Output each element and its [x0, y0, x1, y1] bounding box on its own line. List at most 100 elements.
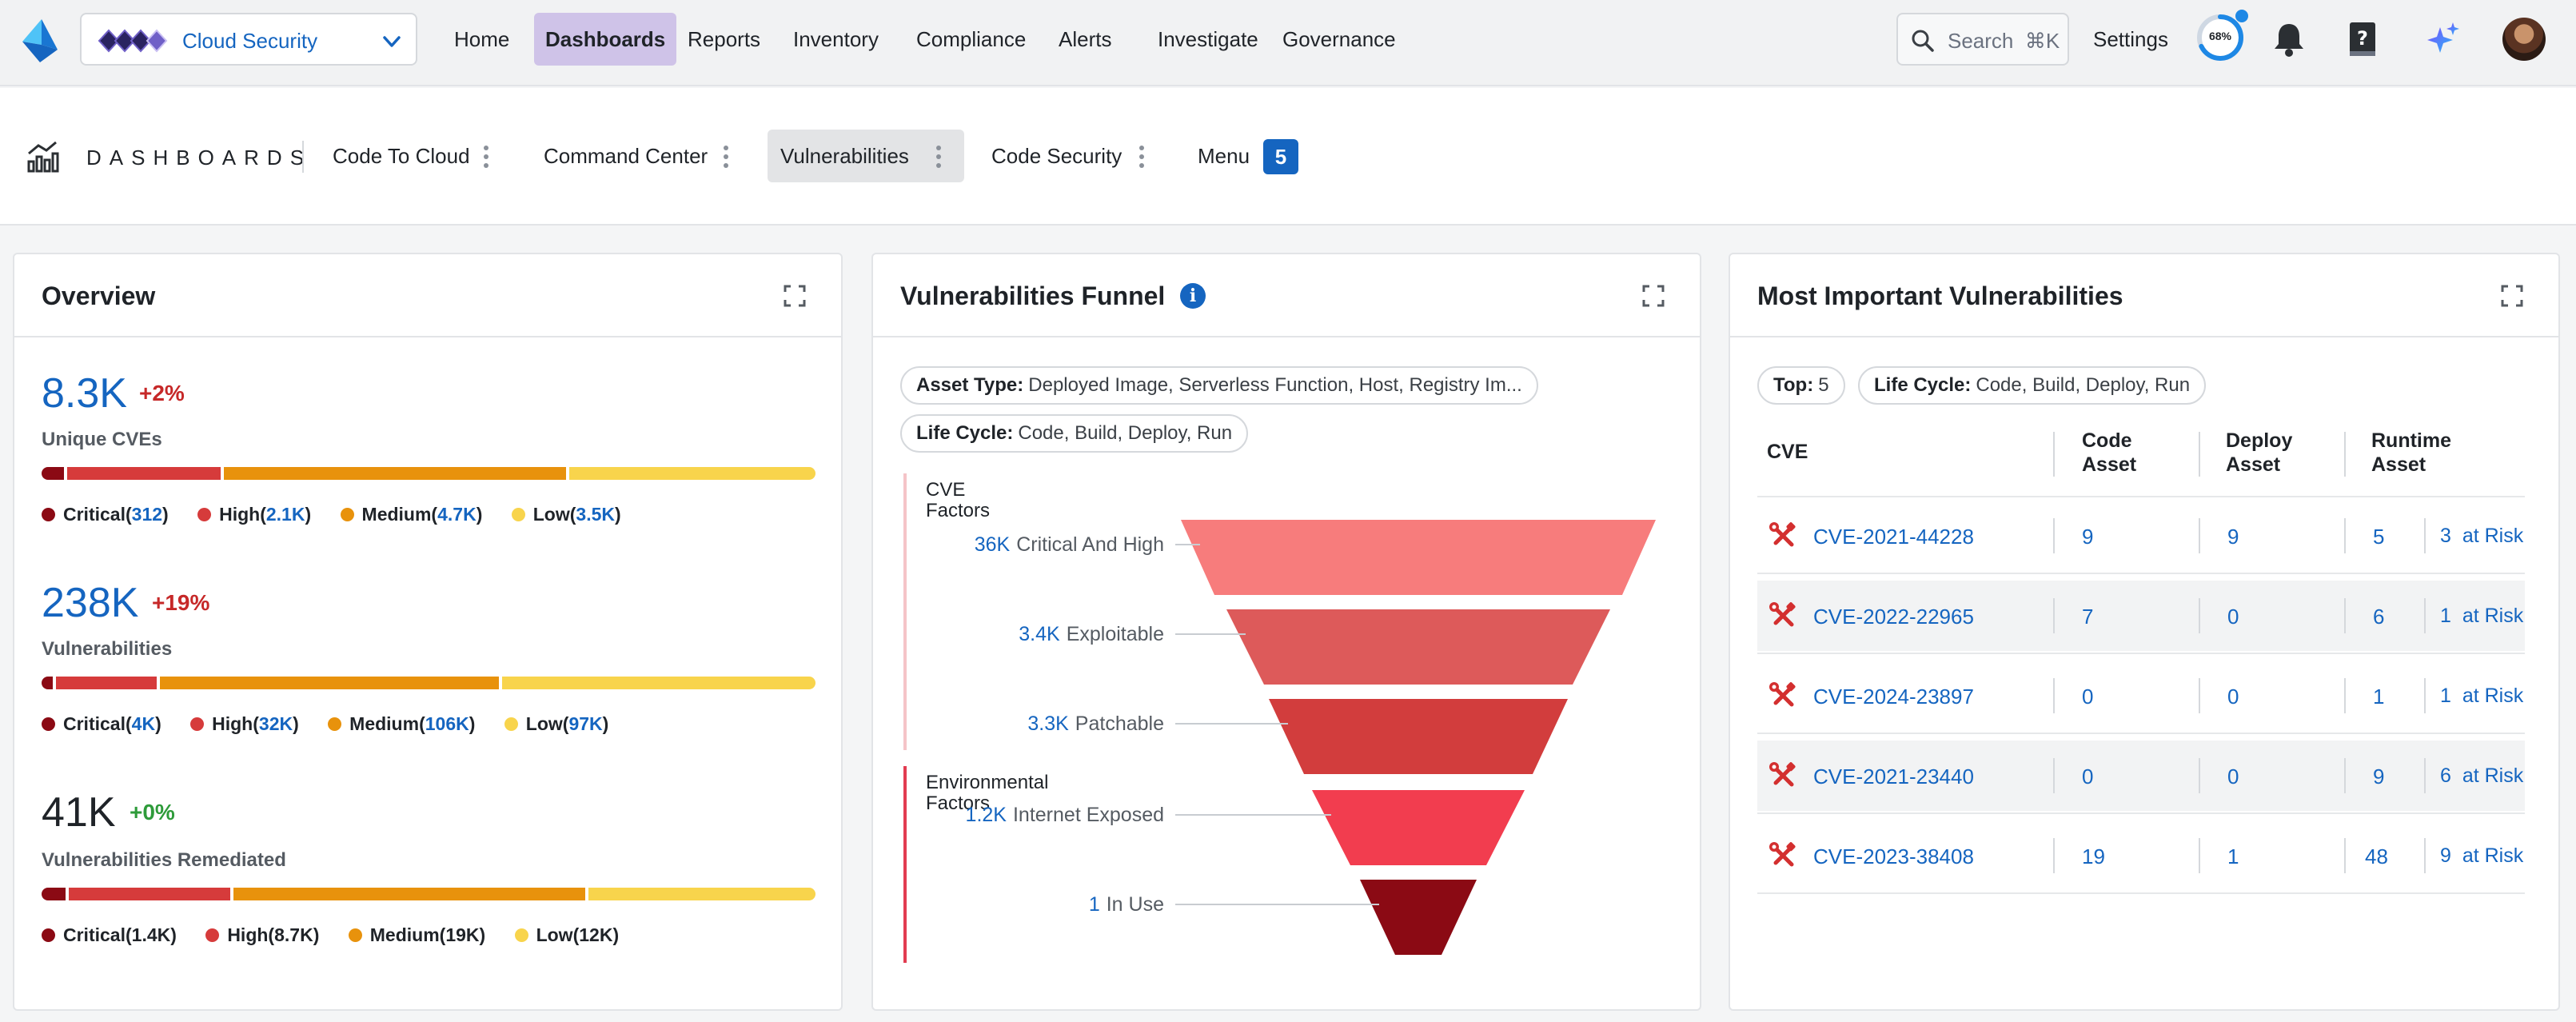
runtime-asset-count[interactable]: 5 — [2373, 525, 2384, 549]
search-input[interactable]: Search ⌘K — [1896, 13, 2069, 66]
at-risk-count[interactable]: 6 at Risk — [2440, 765, 2523, 788]
nav-inventory[interactable]: Inventory — [782, 13, 890, 66]
filter-chip-top[interactable]: Top: 5 — [1757, 366, 1845, 405]
funnel-stage[interactable] — [1360, 880, 1477, 955]
svg-text:?: ? — [2357, 27, 2368, 50]
nav-home[interactable]: Home — [443, 13, 520, 66]
runtime-asset-count[interactable]: 9 — [2373, 765, 2384, 789]
cve-link[interactable]: CVE-2021-44228 — [1813, 525, 1974, 549]
legend-low[interactable]: Low(12K) — [514, 924, 619, 945]
product-name: Cloud Security — [182, 29, 318, 53]
app-logo-icon[interactable] — [18, 18, 59, 64]
code-asset-count[interactable]: 0 — [2082, 765, 2093, 789]
menu-count-badge[interactable]: 5 — [1258, 134, 1298, 174]
runtime-asset-count[interactable]: 6 — [2373, 605, 2384, 629]
table-row[interactable]: CVE-2023-38408 19 1 48 9 at Risk — [1757, 820, 2525, 891]
deploy-asset-count[interactable]: 0 — [2227, 685, 2239, 709]
funnel-stage-label[interactable]: 3.3K Patchable — [1027, 713, 1164, 735]
at-risk-count[interactable]: 9 at Risk — [2440, 844, 2523, 868]
runtime-asset-count[interactable]: 1 — [2373, 685, 2384, 709]
table-row[interactable]: CVE-2021-23440 0 0 9 6 at Risk — [1757, 741, 2525, 811]
nav-dashboards[interactable]: Dashboards — [534, 13, 677, 66]
deploy-asset-count[interactable]: 1 — [2227, 844, 2239, 869]
legend-low[interactable]: Low(97K) — [504, 713, 608, 734]
at-risk-count[interactable]: 1 at Risk — [2440, 605, 2523, 628]
cve-link[interactable]: CVE-2022-22965 — [1813, 605, 1974, 629]
nav-compliance[interactable]: Compliance — [905, 13, 1037, 66]
column-header-runtime-asset[interactable]: Runtime Asset — [2371, 429, 2451, 477]
funnel-stage-label[interactable]: 1.2K Internet Exposed — [966, 804, 1164, 826]
funnel-stage[interactable] — [1226, 609, 1610, 685]
nav-investigate[interactable]: Investigate — [1146, 13, 1270, 66]
code-asset-count[interactable]: 0 — [2082, 685, 2093, 709]
code-asset-count[interactable]: 9 — [2082, 525, 2093, 549]
column-header-cve[interactable]: CVE — [1767, 440, 1808, 464]
kebab-menu-icon[interactable] — [1138, 146, 1145, 168]
tab-code-to-cloud[interactable]: Code To Cloud — [320, 130, 512, 182]
top-nav: Cloud Security Home Dashboards Reports I… — [0, 0, 2576, 86]
remediation-tools-icon[interactable] — [1769, 681, 1797, 710]
funnel-stage-label[interactable]: 1 In Use — [1089, 893, 1164, 916]
table-row[interactable]: CVE-2021-44228 9 9 5 3 at Risk — [1757, 501, 2525, 571]
funnel-stage-label[interactable]: 36K Critical And High — [975, 533, 1164, 556]
tab-command-center[interactable]: Command Center — [531, 130, 747, 182]
deploy-asset-count[interactable]: 0 — [2227, 765, 2239, 789]
at-risk-count[interactable]: 1 at Risk — [2440, 685, 2523, 708]
bell-icon[interactable] — [2269, 19, 2309, 59]
filter-chip-life-cycle[interactable]: Life Cycle: Code, Build, Deploy, Run — [1858, 366, 2207, 405]
code-asset-count[interactable]: 7 — [2082, 605, 2093, 629]
at-risk-count[interactable]: 3 at Risk — [2440, 525, 2523, 548]
remediation-tools-icon[interactable] — [1769, 601, 1797, 630]
nav-alerts[interactable]: Alerts — [1047, 13, 1123, 66]
legend-critical[interactable]: Critical(312) — [42, 504, 169, 525]
funnel-stage[interactable] — [1181, 520, 1656, 595]
legend-high[interactable]: High(8.7K) — [205, 924, 319, 945]
remediation-tools-icon[interactable] — [1769, 521, 1797, 550]
legend-medium[interactable]: Medium(4.7K) — [340, 504, 482, 525]
cell-divider — [2424, 678, 2426, 713]
column-header-deploy-asset[interactable]: Deploy Asset — [2226, 429, 2292, 477]
deploy-asset-count[interactable]: 0 — [2227, 605, 2239, 629]
metric-delta: +2% — [139, 381, 185, 405]
nav-reports[interactable]: Reports — [676, 13, 772, 66]
help-book-icon[interactable]: ? — [2343, 19, 2383, 59]
kebab-menu-icon[interactable] — [723, 146, 729, 168]
cve-link[interactable]: CVE-2024-23897 — [1813, 685, 1974, 709]
nav-governance[interactable]: Governance — [1271, 13, 1407, 66]
runtime-asset-count[interactable]: 48 — [2365, 844, 2388, 869]
legend-high[interactable]: High(2.1K) — [197, 504, 311, 525]
metric-delta: +0% — [130, 800, 175, 824]
tab-code-security[interactable]: Code Security — [979, 130, 1164, 182]
funnel-stage[interactable] — [1269, 699, 1568, 774]
cve-link[interactable]: CVE-2021-23440 — [1813, 765, 1974, 789]
settings-link[interactable]: Settings — [2093, 27, 2168, 52]
cell-divider — [2199, 758, 2200, 793]
product-selector[interactable]: Cloud Security — [80, 13, 417, 66]
user-avatar[interactable] — [2502, 18, 2546, 61]
column-header-code-asset[interactable]: Code Asset — [2082, 429, 2136, 477]
legend-high[interactable]: High(32K) — [190, 713, 299, 734]
legend-critical[interactable]: Critical(1.4K) — [42, 924, 177, 945]
tab-vulnerabilities[interactable]: Vulnerabilities — [768, 130, 964, 182]
kebab-menu-icon[interactable] — [935, 146, 942, 168]
tab-menu[interactable]: Menu — [1185, 130, 1257, 182]
expand-icon[interactable] — [784, 285, 806, 307]
legend-medium[interactable]: Medium(19K) — [348, 924, 485, 945]
deploy-asset-count[interactable]: 9 — [2227, 525, 2239, 549]
kebab-menu-icon[interactable] — [483, 146, 489, 168]
funnel-stage-label[interactable]: 3.4K Exploitable — [1019, 623, 1164, 645]
legend-critical[interactable]: Critical(4K) — [42, 713, 161, 734]
cell-divider — [2199, 838, 2200, 873]
card-header: Overview — [14, 254, 841, 337]
legend-medium[interactable]: Medium(106K) — [328, 713, 475, 734]
cve-link[interactable]: CVE-2023-38408 — [1813, 844, 1974, 869]
code-asset-count[interactable]: 19 — [2082, 844, 2105, 869]
ai-sparkle-icon[interactable] — [2422, 19, 2462, 59]
remediation-tools-icon[interactable] — [1769, 841, 1797, 870]
remediation-tools-icon[interactable] — [1769, 761, 1797, 790]
funnel-stage[interactable] — [1312, 790, 1525, 865]
table-row[interactable]: CVE-2022-22965 7 0 6 1 at Risk — [1757, 581, 2525, 651]
legend-low[interactable]: Low(3.5K) — [511, 504, 621, 525]
expand-icon[interactable] — [2501, 285, 2523, 307]
table-row[interactable]: CVE-2024-23897 0 0 1 1 at Risk — [1757, 661, 2525, 731]
